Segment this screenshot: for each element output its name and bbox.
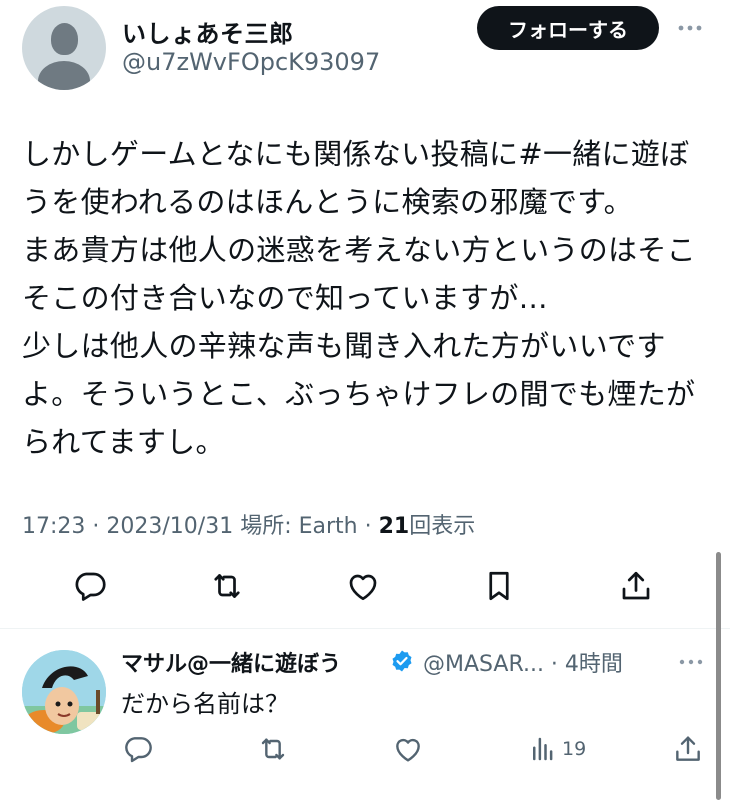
- views-button[interactable]: 19: [528, 731, 586, 767]
- avatar[interactable]: [22, 6, 106, 90]
- tweet-date[interactable]: 2023/10/31: [106, 514, 233, 539]
- tweet-header: いしょあそ三郎 @u7zWvFOpcK93097 フォローする: [22, 6, 712, 90]
- scrollbar[interactable]: [716, 552, 721, 800]
- retweet-icon[interactable]: [256, 731, 290, 767]
- divider: [0, 628, 730, 629]
- meta-separator: ·: [85, 514, 107, 539]
- default-profile-body: [38, 61, 90, 90]
- like-icon[interactable]: [341, 564, 385, 608]
- tweet-text: しかしゲームとなにも関係ない投稿に#一緒に遊ぼ うを使われるのはほんとうに検索の…: [22, 137, 696, 459]
- tweet-time[interactable]: 17:23: [22, 514, 85, 539]
- share-icon[interactable]: [672, 731, 704, 767]
- retweet-icon[interactable]: [205, 564, 249, 608]
- reply-icon[interactable]: [68, 564, 112, 608]
- views-count: 21: [378, 514, 410, 539]
- tweet-location: 場所: Earth: [233, 514, 358, 539]
- reply-display-name[interactable]: マサル@一緒に遊ぼう: [121, 646, 341, 678]
- author-display-name[interactable]: いしょあそ三郎: [122, 14, 294, 49]
- more-options-icon[interactable]: [676, 16, 704, 40]
- tweet-meta: 17:23 · 2023/10/31 場所: Earth · 21回表示: [22, 508, 475, 540]
- reply-handle-time[interactable]: @MASAR... · 4時間: [423, 646, 623, 678]
- meta-separator: ·: [357, 514, 379, 539]
- default-profile-head: [51, 23, 78, 55]
- reply-icon[interactable]: [122, 731, 154, 767]
- author-handle[interactable]: @u7zWvFOpcK93097: [122, 48, 380, 76]
- bookmark-icon[interactable]: [477, 564, 521, 608]
- verified-badge-icon: [390, 649, 414, 673]
- views-icon: [528, 734, 558, 764]
- reply-text: だから名前は？: [121, 690, 289, 718]
- more-options-icon[interactable]: [677, 650, 705, 674]
- views-label: 回表示: [409, 514, 476, 539]
- follow-button[interactable]: フォローする: [477, 6, 659, 50]
- reply-views-count: 19: [562, 738, 587, 760]
- share-icon[interactable]: [614, 564, 658, 608]
- like-icon[interactable]: [392, 731, 424, 767]
- reply-avatar[interactable]: [22, 650, 106, 734]
